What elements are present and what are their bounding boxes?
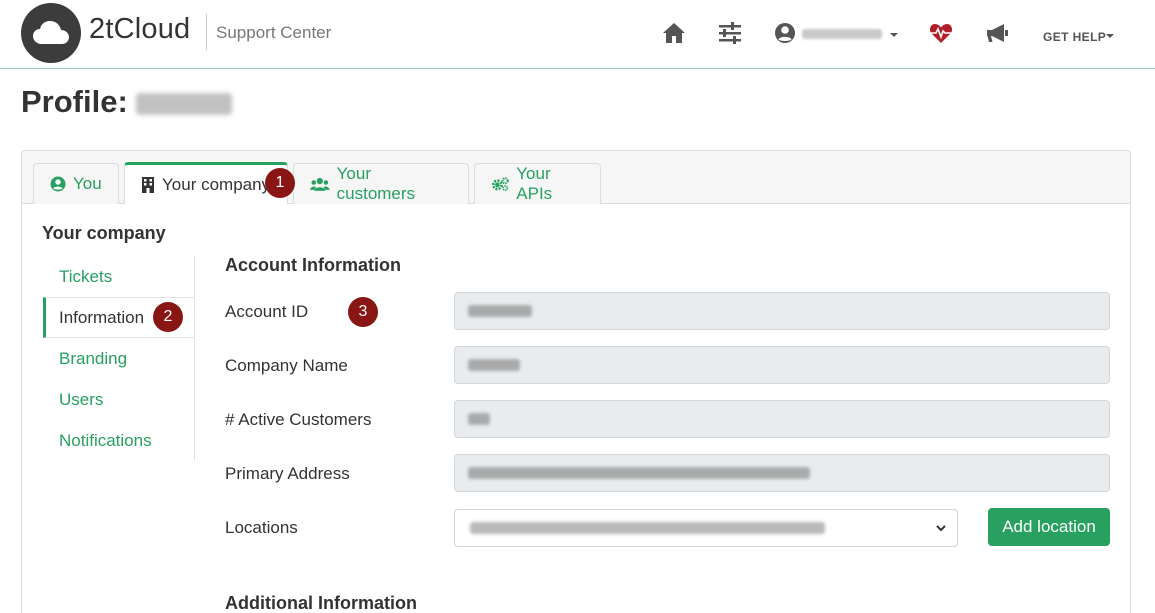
sidebar-menu: Tickets Information Branding Users Notif… [43, 256, 195, 461]
sidebar-item-users[interactable]: Users [43, 379, 194, 420]
user-circle-icon [50, 176, 66, 192]
company-name-value [468, 359, 520, 371]
tab-label: Your company [162, 174, 271, 194]
sidebar-item-information[interactable]: Information [43, 297, 194, 338]
user-circle-icon[interactable] [774, 22, 800, 48]
home-icon[interactable] [662, 22, 688, 48]
account-id-value [468, 305, 532, 317]
primary-address-field[interactable] [454, 454, 1110, 492]
active-customers-value [468, 413, 490, 425]
field-label-account-id: Account ID [225, 302, 309, 321]
company-name-field[interactable] [454, 346, 1110, 384]
primary-address-value [468, 467, 810, 479]
sidebar-item-notifications[interactable]: Notifications [43, 420, 194, 461]
cogs-icon [491, 177, 509, 192]
field-label-primary-address: Primary Address [225, 464, 350, 483]
page-title: Profile: [21, 84, 128, 119]
chevron-down-icon [936, 525, 946, 532]
brand-divider [206, 14, 207, 50]
user-menu-name[interactable] [802, 29, 882, 39]
brand-subtitle: Support Center [216, 23, 332, 42]
users-icon [310, 177, 330, 191]
sidebar-item-branding[interactable]: Branding [43, 338, 194, 379]
sidebar-title: Your company [42, 223, 166, 243]
locations-select[interactable] [454, 509, 958, 547]
cloud-logo-icon[interactable] [21, 3, 81, 63]
get-help-menu[interactable]: GET HELP [1043, 30, 1106, 44]
tab-your-apis[interactable]: Your APIs [474, 163, 601, 204]
field-label-locations: Locations [225, 518, 298, 537]
heartbeat-icon[interactable] [929, 22, 955, 48]
top-navbar: 2tCloud Support Center GET HELP [0, 0, 1155, 69]
user-chevron-down-icon[interactable] [890, 33, 898, 37]
active-customers-field[interactable] [454, 400, 1110, 438]
tab-label: Your APIs [516, 164, 553, 203]
building-icon [142, 176, 154, 193]
section-title-additional-information: Additional Information [225, 593, 417, 613]
brand-name[interactable]: 2tCloud [89, 13, 190, 46]
account-id-field[interactable] [454, 292, 1110, 330]
locations-selected-value [470, 522, 825, 534]
tab-your-customers[interactable]: Your customers [293, 163, 469, 204]
sidebar-item-tickets[interactable]: Tickets [43, 256, 194, 297]
tab-label: Your customers [336, 164, 416, 203]
field-label-active-customers: # Active Customers [225, 410, 372, 429]
step-marker-1: 1 [265, 168, 295, 198]
bullhorn-icon[interactable] [985, 22, 1011, 48]
step-marker-3: 3 [348, 297, 378, 327]
tab-you[interactable]: You [33, 163, 119, 204]
add-location-button[interactable]: Add location [988, 508, 1110, 546]
tab-label: You [73, 174, 102, 193]
profile-name [136, 93, 232, 115]
get-help-chevron-down-icon[interactable] [1106, 34, 1114, 38]
section-title-account-information: Account Information [225, 255, 401, 275]
sliders-icon[interactable] [718, 22, 744, 48]
tab-your-company[interactable]: Your company [124, 162, 288, 204]
field-label-company-name: Company Name [225, 356, 348, 375]
